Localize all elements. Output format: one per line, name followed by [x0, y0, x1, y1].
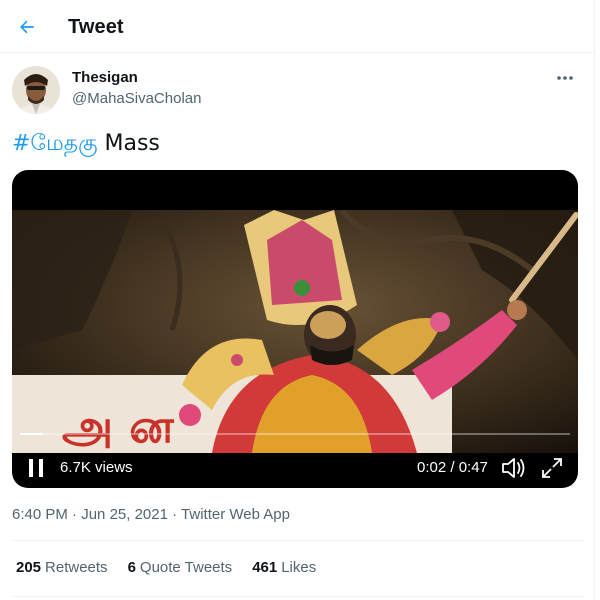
pause-icon	[29, 459, 43, 477]
video-frame-image: அ ன	[12, 210, 578, 453]
tweet-text: #மேதகு Mass	[12, 130, 160, 158]
back-button[interactable]	[10, 10, 44, 44]
tweet-source[interactable]: Twitter Web App	[181, 506, 290, 523]
likes-label: Likes	[281, 559, 317, 576]
retweets-count: 205	[16, 559, 42, 576]
tweet-page: Tweet Thesigan @MahaSivaCholan #மேதகு Ma…	[0, 0, 595, 600]
likes-stat[interactable]: 461 Likes	[252, 559, 316, 576]
volume-icon	[502, 458, 525, 478]
video-time: 0:02 / 0:47	[417, 459, 488, 476]
divider	[12, 596, 583, 597]
tweet-body-text: Mass	[97, 131, 160, 156]
volume-button[interactable]	[501, 455, 525, 481]
retweets-stat[interactable]: 205 Retweets	[16, 559, 108, 576]
video-progress-fill	[20, 433, 44, 435]
likes-count: 461	[252, 559, 278, 576]
quote-tweets-label: Quote Tweets	[139, 559, 233, 576]
fullscreen-button[interactable]	[540, 455, 564, 481]
more-horizontal-icon	[557, 76, 573, 80]
divider	[12, 540, 583, 541]
hashtag-link[interactable]: #மேதகு	[12, 131, 98, 156]
arrow-left-icon	[20, 20, 34, 34]
tweet-timestamp-line: 6:40 PM · Jun 25, 2021 · Twitter Web App	[12, 506, 290, 523]
author-name[interactable]: Thesigan	[72, 69, 138, 86]
video-player[interactable]: அ ன 6.7K views 0:02 / 0:47	[12, 170, 578, 488]
more-options-button[interactable]	[553, 68, 577, 88]
video-controls: 6.7K views 0:02 / 0:47	[12, 453, 578, 488]
video-banner-text: அ ன	[62, 399, 175, 453]
tweet-date[interactable]: Jun 25, 2021	[81, 506, 168, 523]
fullscreen-icon	[542, 458, 562, 478]
retweets-label: Retweets	[45, 559, 108, 576]
page-title: Tweet	[68, 16, 124, 38]
video-progress-bar[interactable]	[20, 433, 570, 435]
author-handle[interactable]: @MahaSivaCholan	[72, 90, 201, 107]
tweet-stats: 205 Retweets 6 Quote Tweets 461 Likes	[16, 559, 336, 576]
tweet-time[interactable]: 6:40 PM	[12, 506, 68, 523]
pause-button[interactable]	[26, 456, 46, 480]
quote-tweets-stat[interactable]: 6 Quote Tweets	[128, 559, 233, 576]
tweet-author: Thesigan @MahaSivaCholan	[12, 66, 583, 116]
view-count: 6.7K views	[60, 459, 133, 476]
meta-separator: ·	[67, 506, 82, 523]
quote-tweets-count: 6	[127, 559, 136, 576]
avatar-image	[12, 66, 60, 114]
avatar[interactable]	[12, 66, 60, 114]
video-frame: அ ன	[12, 210, 578, 453]
meta-separator-2: ·	[167, 506, 182, 523]
page-header: Tweet	[0, 0, 595, 53]
